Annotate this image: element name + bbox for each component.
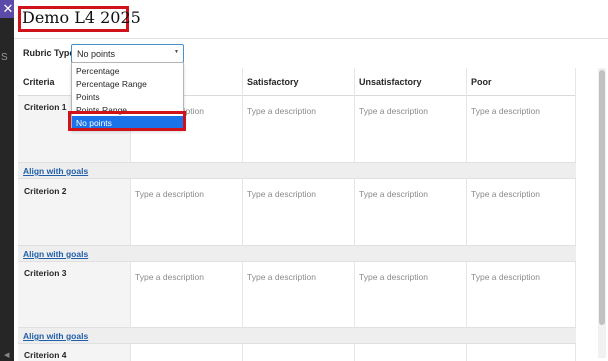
criterion-name[interactable]: Criterion 1 — [24, 102, 67, 112]
column-divider — [575, 68, 576, 361]
dropdown-option[interactable]: Points — [72, 90, 183, 103]
description-field[interactable]: Type a description — [471, 189, 540, 199]
column-divider — [242, 68, 243, 361]
align-with-goals-link[interactable]: Align with goals — [23, 249, 88, 259]
column-divider — [466, 68, 467, 361]
column-divider — [354, 68, 355, 361]
description-field[interactable]: Type a description — [471, 106, 540, 116]
description-field[interactable]: Type a description — [471, 272, 540, 282]
description-field[interactable]: Type a description — [247, 189, 316, 199]
rubric-type-label: Rubric Type: — [23, 48, 78, 58]
scrollbar-thumb[interactable] — [599, 70, 605, 325]
option-annotation-box — [68, 111, 186, 131]
page-title[interactable]: Demo L4 2025 — [22, 8, 141, 27]
align-goals-row: Align with goals — [18, 162, 576, 179]
align-goals-row: Align with goals — [18, 245, 576, 262]
criteria-column — [18, 96, 130, 361]
description-field[interactable]: Type a description — [135, 272, 204, 282]
dropdown-arrow-icon: ▼ — [174, 49, 179, 55]
dropdown-option[interactable]: Percentage — [72, 64, 183, 77]
criterion-name[interactable]: Criterion 4 — [24, 350, 67, 360]
description-field[interactable]: Type a description — [359, 272, 428, 282]
column-header-unsatisfactory: Unsatisfactory — [354, 68, 466, 96]
description-field[interactable]: Type a description — [359, 106, 428, 116]
align-goals-row: Align with goals — [18, 327, 576, 344]
vertical-scrollbar[interactable] — [598, 68, 606, 358]
collapse-arrow-icon[interactable]: ◀ — [4, 351, 9, 359]
description-field[interactable]: Type a description — [135, 189, 204, 199]
description-field[interactable]: Type a description — [247, 106, 316, 116]
align-with-goals-link[interactable]: Align with goals — [23, 166, 88, 176]
description-field[interactable]: Type a description — [359, 189, 428, 199]
criterion-name[interactable]: Criterion 3 — [24, 268, 67, 278]
description-field[interactable]: Type a description — [247, 272, 316, 282]
column-header-poor: Poor — [466, 68, 576, 96]
edge-text: S — [1, 52, 8, 63]
rubric-type-select[interactable]: No points ▼ — [71, 44, 184, 63]
criterion-name[interactable]: Criterion 2 — [24, 186, 67, 196]
rubric-type-value: No points — [77, 49, 116, 59]
column-header-satisfactory: Satisfactory — [242, 68, 354, 96]
dropdown-option[interactable]: Percentage Range — [72, 77, 183, 90]
align-with-goals-link[interactable]: Align with goals — [23, 331, 88, 341]
